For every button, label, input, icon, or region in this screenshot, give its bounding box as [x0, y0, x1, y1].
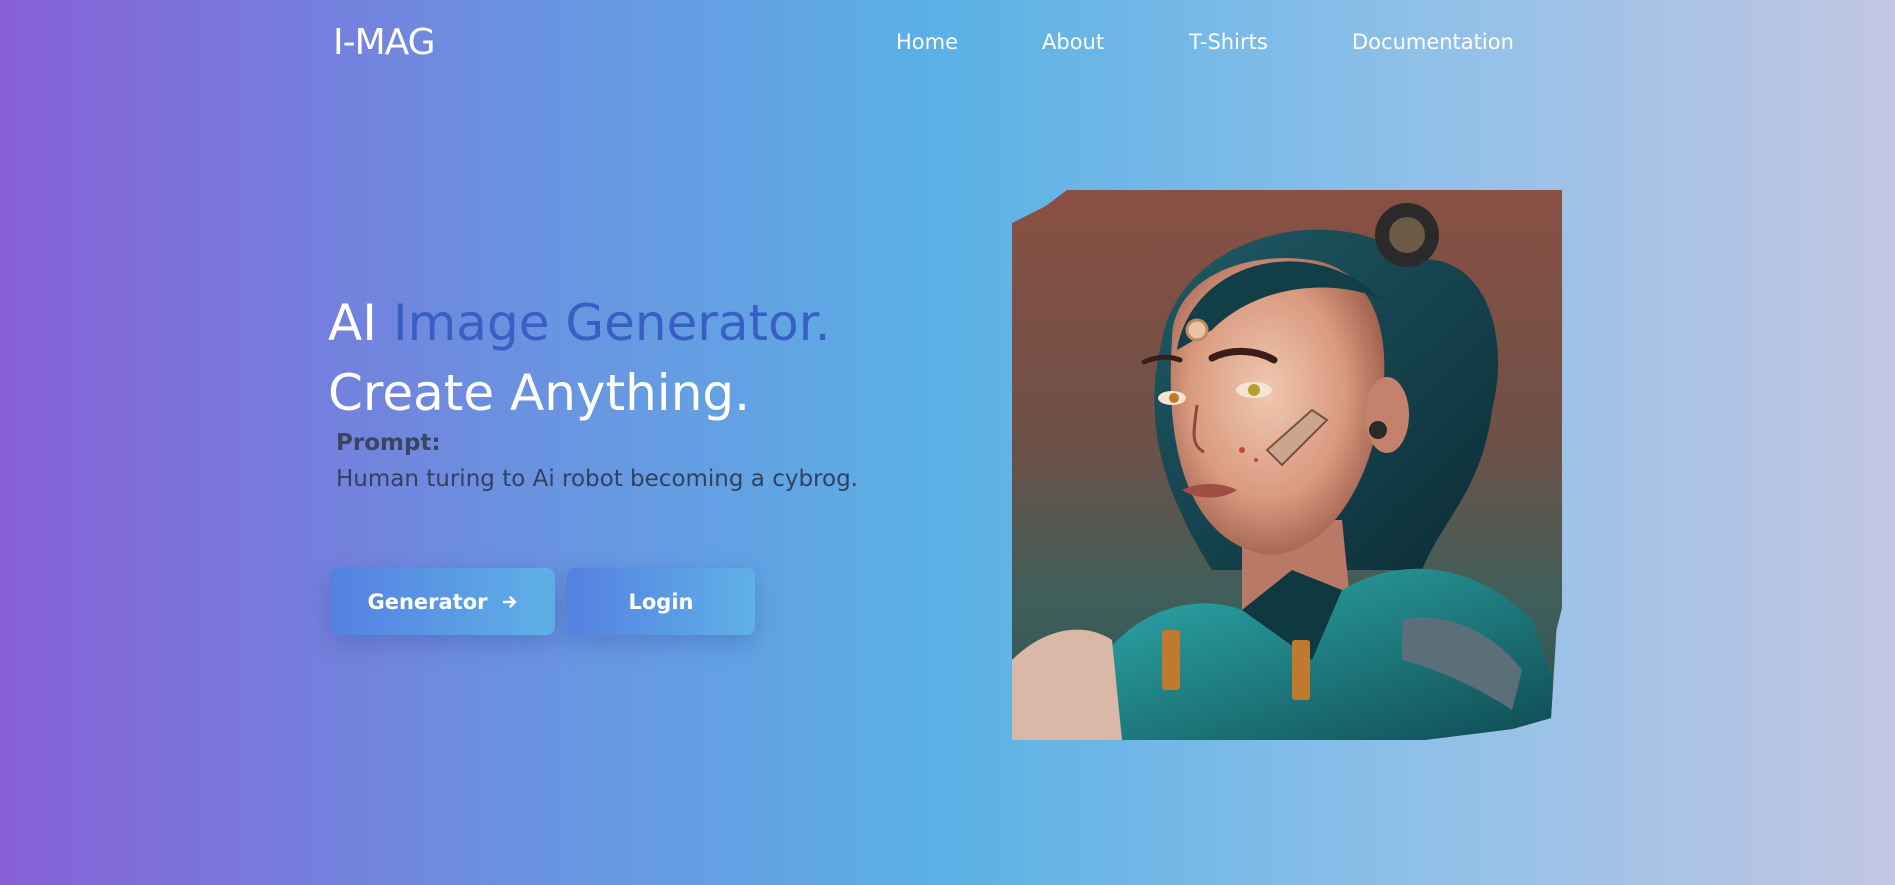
cyborg-portrait-illustration: [1012, 190, 1562, 740]
generator-button[interactable]: Generator: [330, 568, 555, 635]
generated-image: [1012, 190, 1562, 740]
generator-button-label: Generator: [367, 589, 488, 614]
headline-plain: AI: [328, 294, 377, 352]
login-button[interactable]: Login: [567, 568, 755, 635]
nav-home[interactable]: Home: [896, 30, 958, 54]
headline-line2: Create Anything.: [328, 364, 751, 422]
headline-accent: Image Generator.: [392, 294, 831, 352]
login-button-label: Login: [628, 589, 694, 614]
arrow-right-icon: [502, 595, 516, 608]
top-navigation: Home About T-Shirts Documentation: [0, 30, 1895, 60]
nav-documentation[interactable]: Documentation: [1352, 30, 1514, 54]
hero-headline: AI Image Generator. Create Anything.: [328, 288, 831, 428]
prompt-label: Prompt:: [336, 430, 441, 456]
prompt-text: Human turing to Ai robot becoming a cybr…: [336, 466, 858, 492]
nav-about[interactable]: About: [1042, 30, 1104, 54]
nav-t-shirts[interactable]: T-Shirts: [1189, 30, 1268, 54]
